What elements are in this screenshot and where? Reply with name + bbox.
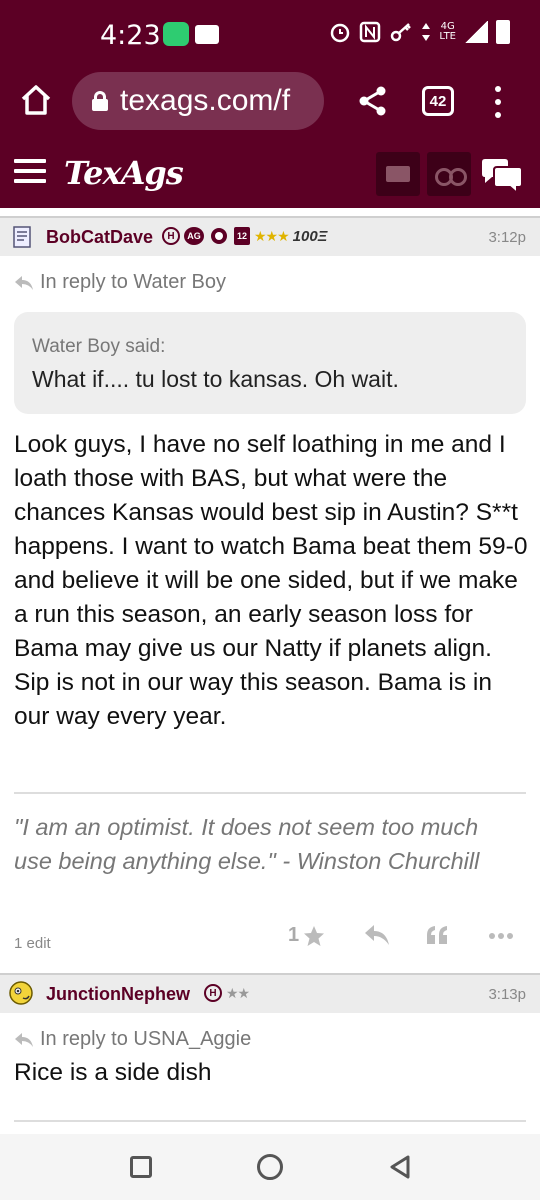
post-body: Rice is a side dish <box>14 1059 212 1086</box>
back-icon[interactable] <box>388 1154 412 1180</box>
alarm-icon <box>331 23 350 43</box>
network-type-label: 4G LTE <box>439 21 456 42</box>
reply-to-text: In reply to USNA_Aggie <box>40 1028 252 1050</box>
user-avatar-icon[interactable] <box>8 980 34 1006</box>
data-arrows-icon <box>422 23 431 41</box>
status-bar: 4:23 4G LTE <box>0 0 540 68</box>
quote-author: Water Boy said: <box>32 336 166 357</box>
ag-badge-icon: AG <box>184 227 204 245</box>
post-body: Look guys, I have no self loathing in me… <box>14 431 528 730</box>
year-badge-icon: 12 <box>234 227 250 245</box>
url-bar[interactable]: texags.com/f <box>72 72 324 130</box>
messages-icon[interactable] <box>376 152 420 196</box>
star-rating: ★★★ <box>254 227 290 244</box>
star-post-button[interactable]: 1 <box>288 924 325 947</box>
system-icons: 4G LTE <box>329 20 510 44</box>
home-icon[interactable] <box>18 82 54 118</box>
overflow-menu-icon[interactable] <box>488 84 508 120</box>
post-username[interactable]: JunctionNephew <box>46 984 190 1005</box>
star-icon <box>304 925 325 946</box>
hamburger-menu-icon[interactable] <box>14 159 46 183</box>
emblem-badge-icon <box>211 228 227 244</box>
reply-to-line[interactable]: In reply to USNA_Aggie <box>14 1028 251 1051</box>
post-time: 3:12p <box>488 229 526 246</box>
edit-note[interactable]: 1 edit <box>14 935 51 952</box>
user-signature: "I am an optimist. It does not seem too … <box>14 814 480 874</box>
site-logo[interactable]: TexAgs <box>64 154 184 192</box>
browser-toolbar: texags.com/f 42 <box>0 68 540 136</box>
user-badges: H ★★ <box>204 984 250 1002</box>
status-time: 4:23 <box>100 20 161 51</box>
tab-count-button[interactable]: 42 <box>422 86 454 116</box>
reply-to-line[interactable]: In reply to Water Boy <box>14 271 226 294</box>
h-badge-icon: H <box>162 227 180 245</box>
bonus-points: 100Ξ <box>292 227 328 245</box>
post-divider <box>14 1120 526 1122</box>
reply-to-text: In reply to Water Boy <box>40 271 226 293</box>
battery-icon <box>496 20 510 44</box>
lock-icon <box>92 91 108 111</box>
nfc-icon <box>360 21 381 43</box>
recent-apps-icon[interactable] <box>130 1156 152 1178</box>
mail-notification-icon <box>195 25 219 44</box>
chat-icon[interactable] <box>480 158 524 194</box>
reply-icon[interactable] <box>364 924 390 946</box>
system-nav-bar <box>0 1134 540 1200</box>
quote-icon[interactable] <box>426 924 448 946</box>
reply-arrow-icon <box>15 275 33 290</box>
more-options-icon[interactable] <box>488 932 514 940</box>
post-header: BobCatDave H AG 12 ★★★ 100Ξ 3:12p <box>0 216 540 256</box>
post-time: 3:13p <box>488 986 526 1003</box>
post-username[interactable]: BobCatDave <box>46 227 153 248</box>
url-text: texags.com/f <box>120 84 291 117</box>
signal-icon <box>464 21 488 43</box>
user-badges: H AG 12 ★★★ 100Ξ <box>162 227 328 245</box>
binoculars-icon[interactable] <box>427 152 471 196</box>
h-badge-icon: H <box>204 984 222 1002</box>
vpn-key-icon <box>391 23 412 42</box>
share-icon[interactable] <box>356 84 390 118</box>
star-count: 1 <box>288 924 300 946</box>
post-header: JunctionNephew H ★★ 3:13p <box>0 973 540 1013</box>
signature-divider <box>14 792 526 794</box>
reply-arrow-icon <box>15 1032 33 1047</box>
quote-box: Water Boy said: What if.... tu lost to k… <box>14 312 526 414</box>
user-avatar-icon[interactable] <box>12 226 32 248</box>
quote-text: What if.... tu lost to kansas. Oh wait. <box>32 366 399 392</box>
chat-notification-icon <box>163 22 189 46</box>
nav-home-icon[interactable] <box>257 1154 283 1180</box>
star-rating: ★★ <box>226 984 250 1001</box>
site-header: TexAgs <box>0 136 540 208</box>
